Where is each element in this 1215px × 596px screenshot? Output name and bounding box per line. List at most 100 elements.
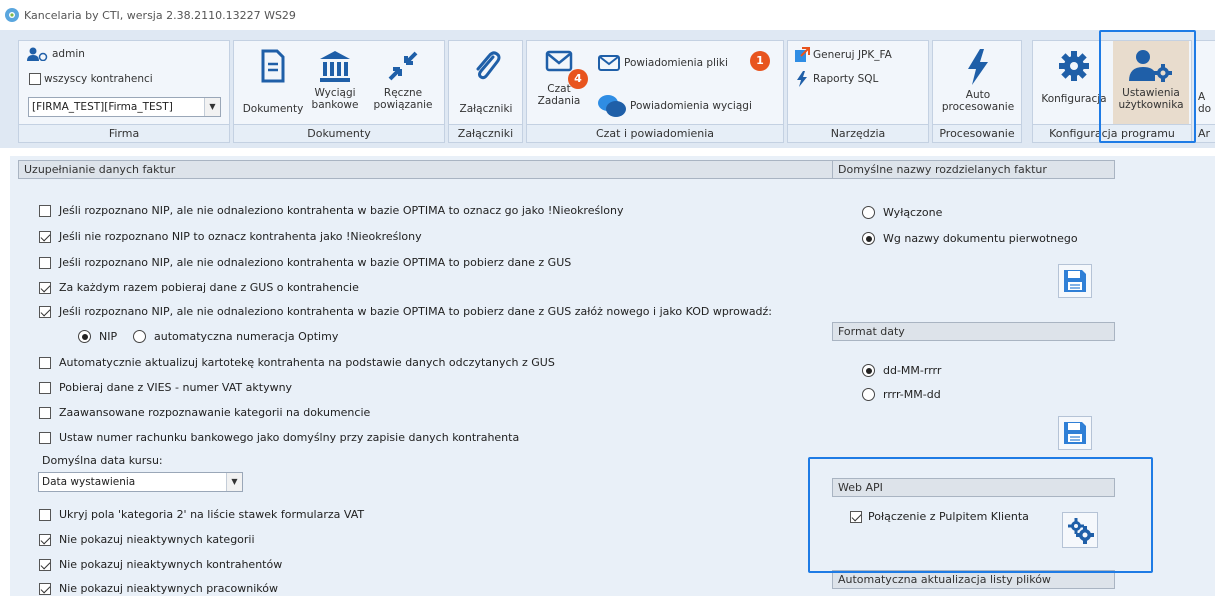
date-rate-value: Data wystawienia [42,476,136,488]
option-row[interactable]: Nie pokazuj nieaktywnych kategorii [39,533,255,546]
company-select[interactable]: [FIRMA_TEST][Firma_TEST] ▼ [28,97,221,117]
option-checkbox[interactable] [39,381,51,394]
all-contractors-toggle[interactable]: wszyscy kontrahenci [29,73,153,85]
date-format-1-label: dd-MM-rrrr [883,364,942,377]
user-button[interactable]: admin [27,47,85,61]
ribbon-group-caption: Dokumenty [234,124,444,142]
option-row[interactable]: Jeśli nie rozpoznano NIP to oznacz kontr… [39,230,422,243]
zalaczniki-button[interactable]: Załączniki [453,49,519,115]
ribbon-group-dokumenty: Dokumenty Wyciągi bankowe Ręczne powiąza… [233,40,445,143]
pulpit-connection-row[interactable]: Połączenie z Pulpitem Klienta [850,510,1029,523]
generuj-jpk-label: Generuj JPK_FA [813,49,892,61]
kod-auto-label: automatyczna numeracja Optimy [154,330,339,343]
names-off-radio[interactable]: Wyłączone [862,206,942,219]
option-row[interactable]: Jeśli rozpoznano NIP, ale nie odnalezion… [39,256,571,269]
ribbon-group-narzedzia: Generuj JPK_FA Raporty SQL Narzędzia [787,40,929,143]
kod-nip-radio-button[interactable] [78,330,91,343]
option-row[interactable]: Nie pokazuj nieaktywnych pracowników [39,582,278,595]
lightning-icon [797,71,807,87]
wyciagi-label-2: bankowe [311,99,359,111]
chevron-down-icon[interactable]: ▼ [204,98,220,116]
title-bar: Kancelaria by CTI, wersja 2.38.2110.1322… [0,0,1215,30]
generuj-jpk-button[interactable]: Generuj JPK_FA [794,47,892,63]
option-label: Ustaw numer rachunku bankowego jako domy… [59,431,520,444]
ustawienia-uzytkownika-button[interactable]: Ustawienia użytkownika [1113,41,1189,125]
ribbon-group-cut: A do Ar [1195,40,1215,143]
zalaczniki-label: Załączniki [459,103,513,115]
option-checkbox[interactable] [39,281,51,294]
option-row[interactable]: Ukryj pola 'kategoria 2' na liście stawe… [39,508,364,521]
date-format-2-radio[interactable]: rrrr-MM-dd [862,388,941,401]
ustawienia-label-2: użytkownika [1118,99,1184,111]
option-row[interactable]: Nie pokazuj nieaktywnych kontrahentów [39,558,282,571]
option-row[interactable]: Jeśli rozpoznano NIP, ale nie odnalezion… [39,204,623,217]
kod-nip-radio[interactable]: NIP [78,330,117,343]
option-checkbox[interactable] [39,582,51,595]
option-checkbox[interactable] [39,256,51,269]
option-label: Jeśli rozpoznano NIP, ale nie odnalezion… [59,256,572,269]
option-label: Jeśli rozpoznano NIP, ale nie odnalezion… [59,305,773,318]
powiadomienia-pliki-label: Powiadomienia pliki [624,57,728,69]
date-format-1-radio[interactable]: dd-MM-rrrr [862,364,941,377]
ribbon-group-czat: Czat Zadania 4 Powiadomienia pliki 1 Pow… [526,40,784,143]
ribbon-group-firma: admin wszyscy kontrahenci [FIRMA_TEST][F… [18,40,230,143]
option-row[interactable]: Automatycznie aktualizuj kartotekę kontr… [39,356,555,369]
user-settings-icon [1129,50,1172,82]
raporty-sql-button[interactable]: Raporty SQL [794,71,878,87]
kod-auto-radio-button[interactable] [133,330,146,343]
app-logo-icon [5,8,19,22]
date-format-1-radio-button[interactable] [862,364,875,377]
option-checkbox[interactable] [39,356,51,369]
option-row[interactable]: Jeśli rozpoznano NIP, ale nie odnalezion… [39,305,772,318]
ribbon-group-zalaczniki: Załączniki Załączniki [448,40,523,143]
option-checkbox[interactable] [39,533,51,546]
date-format-2-radio-button[interactable] [862,388,875,401]
names-byname-radio-button[interactable] [862,232,875,245]
option-checkbox[interactable] [39,431,51,444]
option-checkbox[interactable] [39,558,51,571]
option-checkbox[interactable] [39,230,51,243]
panel-header: Format daty [832,322,1115,341]
split-names-panel: Domyślne nazwy rozdzielanych faktur Wyłą… [832,160,1115,320]
panel-header: Automatyczna aktualizacja listy plików [832,570,1115,589]
option-row[interactable]: Za każdym razem pobieraj dane z GUS o ko… [39,281,359,294]
date-format-panel: Format daty dd-MM-rrrr rrrr-MM-dd [832,322,1115,462]
option-checkbox[interactable] [39,204,51,217]
date-rate-select[interactable]: Data wystawienia ▼ [38,472,243,492]
option-label: Ukryj pola 'kategoria 2' na liście stawe… [59,508,365,521]
kod-auto-radio[interactable]: automatyczna numeracja Optimy [133,330,338,343]
option-row[interactable]: Pobieraj dane z VIES - numer VAT aktywny [39,381,292,394]
save-date-format-button[interactable] [1058,416,1092,450]
powiadomienia-pliki-button[interactable]: Powiadomienia pliki [597,53,728,73]
all-contractors-checkbox[interactable] [29,73,41,85]
auto-label-2: procesowanie [941,101,1015,113]
wyciagi-bankowe-button[interactable]: Wyciągi bankowe [304,49,366,111]
czat-notification-badge: 4 [568,69,588,89]
option-checkbox[interactable] [39,305,51,318]
option-checkbox[interactable] [39,508,51,521]
option-label: Za każdym razem pobieraj dane z GUS o ko… [59,281,359,294]
pulpit-connection-checkbox[interactable] [850,510,862,523]
chat-bubbles-icon [598,95,626,117]
auto-procesowanie-button[interactable]: Auto procesowanie [937,49,1019,113]
panel-header: Domyślne nazwy rozdzielanych faktur [832,160,1115,179]
konfiguracja-button[interactable]: Konfiguracja [1035,49,1113,105]
save-names-button[interactable] [1058,264,1092,298]
option-label: Jeśli nie rozpoznano NIP to oznacz kontr… [59,230,422,243]
option-checkbox[interactable] [39,406,51,419]
option-label: Nie pokazuj nieaktywnych kontrahentów [59,558,283,571]
option-row[interactable]: Ustaw numer rachunku bankowego jako domy… [39,431,519,444]
powiadomienia-wyciagi-button[interactable]: Powiadomienia wyciągi [597,93,752,119]
chevron-down-icon[interactable]: ▼ [226,473,242,491]
option-label: Jeśli rozpoznano NIP, ale nie odnalezion… [59,204,624,217]
dokumenty-button[interactable]: Dokumenty [242,49,304,115]
cut-button[interactable]: A do [1198,91,1215,115]
reczne-powiazanie-button[interactable]: Ręczne powiązanie [366,49,440,111]
names-off-label: Wyłączone [883,206,943,219]
names-byname-radio[interactable]: Wg nazwy dokumentu pierwotnego [862,232,1078,245]
option-label: Automatycznie aktualizuj kartotekę kontr… [59,356,555,369]
names-off-radio-button[interactable] [862,206,875,219]
bank-icon [320,51,350,82]
option-row[interactable]: Zaawansowane rozpoznawanie kategorii na … [39,406,370,419]
web-api-settings-button[interactable] [1062,512,1098,548]
